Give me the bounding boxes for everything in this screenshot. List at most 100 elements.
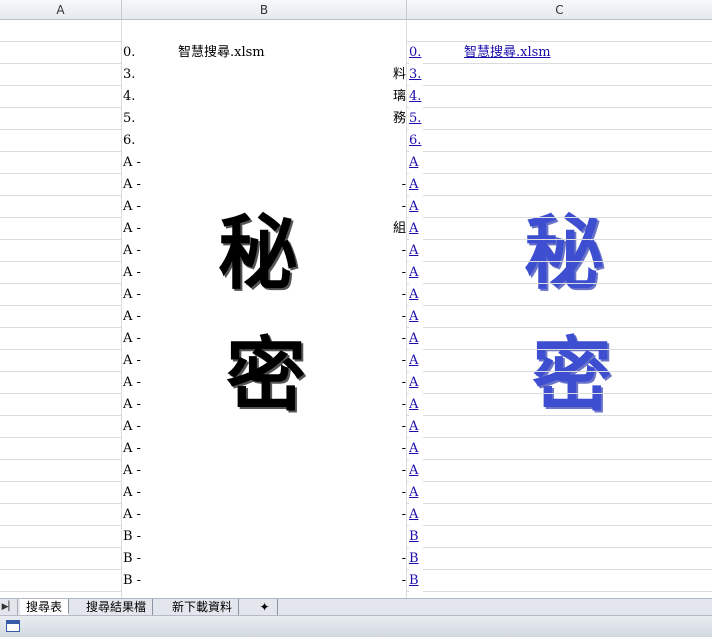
c-row-link[interactable]: A [409, 284, 423, 306]
b-row-suffix[interactable]: - [388, 240, 406, 262]
b-row-suffix[interactable]: - [388, 350, 406, 372]
b-row-suffix[interactable]: - [388, 460, 406, 482]
b-row-suffix[interactable] [388, 526, 406, 548]
b-row-prefix[interactable]: A - [123, 218, 144, 240]
c-row-link[interactable]: 3. [409, 64, 423, 86]
row-gridline [0, 173, 121, 174]
b-row-suffix[interactable]: - [388, 284, 406, 306]
c-row-link[interactable]: A [409, 174, 423, 196]
b-row-prefix[interactable]: 5. [123, 108, 144, 130]
sheet-tab-new-downloads[interactable]: 新下載資料 [166, 599, 240, 615]
b-row-suffix[interactable]: - [388, 504, 406, 526]
b-row-prefix[interactable]: B - [123, 570, 144, 592]
worksheet-grid[interactable]: 智慧搜尋.xlsm 智慧搜尋.xlsm 秘 密 秘 密 0. 3. 4. 5. 6. A … [0, 20, 712, 598]
row-gridline [407, 393, 712, 394]
c-row-link[interactable]: A [409, 152, 423, 174]
row-gridline [0, 503, 121, 504]
row-gridline [407, 85, 712, 86]
b-row-prefix[interactable]: B - [123, 548, 144, 570]
c-row-link[interactable]: A [409, 460, 423, 482]
sheet-view-icon[interactable] [6, 620, 20, 632]
c-row-link[interactable]: A [409, 218, 423, 240]
b-row-prefix[interactable]: 0. [123, 42, 144, 64]
b-row-suffix[interactable]: 料 [388, 64, 406, 86]
c-row-link[interactable]: B [409, 526, 423, 548]
b-row-prefix[interactable]: A - [123, 504, 144, 526]
b-row-suffix[interactable]: - [388, 196, 406, 218]
c-row-link[interactable]: A [409, 350, 423, 372]
b-row-suffix[interactable]: 組 [388, 218, 406, 240]
b-row-suffix[interactable] [388, 42, 406, 64]
c-row-link[interactable]: A [409, 372, 423, 394]
b-file-name[interactable]: 智慧搜尋.xlsm [178, 42, 388, 64]
b-row-prefix[interactable]: A - [123, 306, 144, 328]
c-row-link[interactable]: A [409, 438, 423, 460]
c-row-link[interactable]: A [409, 328, 423, 350]
b-row-prefix[interactable]: A - [123, 262, 144, 284]
b-row-prefix[interactable]: A - [123, 438, 144, 460]
c-row-link[interactable]: 0. [409, 42, 423, 64]
b-row-suffix[interactable] [388, 152, 406, 174]
b-row-prefix[interactable]: 4. [123, 86, 144, 108]
b-row-prefix[interactable]: A - [123, 196, 144, 218]
c-row-link[interactable]: A [409, 504, 423, 526]
b-row-suffix[interactable]: - [388, 394, 406, 416]
b-row-prefix[interactable]: B - [123, 526, 144, 548]
b-row-suffix[interactable] [388, 130, 406, 152]
row-gridline [0, 151, 121, 152]
b-row-prefix[interactable]: A - [123, 174, 144, 196]
b-row-suffix[interactable]: 務 [388, 108, 406, 130]
column-headers: A B C [0, 0, 712, 20]
b-row-prefix[interactable]: A - [123, 416, 144, 438]
c-row-link[interactable]: A [409, 196, 423, 218]
b-row-suffix[interactable]: 璃 [388, 86, 406, 108]
c-row-link[interactable]: B [409, 570, 423, 592]
b-row-suffix[interactable]: - [388, 416, 406, 438]
c-row-link[interactable]: 5. [409, 108, 423, 130]
b-row-prefix[interactable]: 6. [123, 130, 144, 152]
c-file-link[interactable]: 智慧搜尋.xlsm [464, 42, 624, 64]
sheet-tab-search[interactable]: 搜尋表 [20, 599, 70, 615]
c-row-link[interactable]: A [409, 240, 423, 262]
row-gridline [0, 129, 121, 130]
c-row-link[interactable]: A [409, 416, 423, 438]
row-gridline [407, 525, 712, 526]
column-header-a[interactable]: A [0, 0, 122, 20]
b-row-suffix[interactable]: - [388, 570, 406, 592]
b-row-suffix[interactable]: - [388, 306, 406, 328]
c-row-link[interactable]: 4. [409, 86, 423, 108]
b-row-suffix[interactable]: - [388, 328, 406, 350]
b-row-suffix[interactable]: - [388, 438, 406, 460]
b-row-suffix[interactable]: - [388, 372, 406, 394]
b-row-prefix[interactable]: A - [123, 350, 144, 372]
b-row-suffix[interactable]: - [388, 548, 406, 570]
b-row-prefix[interactable]: A - [123, 284, 144, 306]
c-row-link[interactable]: A [409, 394, 423, 416]
sheet-tab-results[interactable]: 搜尋結果檔 [80, 599, 154, 615]
row-gridline [407, 503, 712, 504]
c-row-link[interactable]: A [409, 262, 423, 284]
b-row-prefix[interactable]: A - [123, 328, 144, 350]
b-row-prefix[interactable]: 3. [123, 64, 144, 86]
column-header-c[interactable]: C [407, 0, 712, 20]
row-gridline [0, 481, 121, 482]
b-row-suffix[interactable]: - [388, 482, 406, 504]
c-row-link[interactable]: A [409, 306, 423, 328]
column-header-b[interactable]: B [122, 0, 407, 20]
b-row-suffix[interactable]: - [388, 174, 406, 196]
b-row-prefix[interactable]: A - [123, 240, 144, 262]
row-gridline [407, 459, 712, 460]
b-row-suffix[interactable]: - [388, 262, 406, 284]
insert-sheet-icon[interactable]: ✦ [252, 599, 278, 615]
c-row-link[interactable]: B [409, 548, 423, 570]
b-row-prefix[interactable]: A - [123, 372, 144, 394]
tab-nav-arrow-icon[interactable]: ▶▏ [0, 599, 18, 615]
row-gridline [0, 349, 121, 350]
c-row-link[interactable]: 6. [409, 130, 423, 152]
b-row-prefix[interactable]: A - [123, 152, 144, 174]
c-row-link[interactable]: A [409, 482, 423, 504]
b-row-prefix[interactable]: A - [123, 394, 144, 416]
b-row-prefix[interactable]: A - [123, 482, 144, 504]
b-row-prefix[interactable]: A - [123, 460, 144, 482]
row-gridline [407, 547, 712, 548]
